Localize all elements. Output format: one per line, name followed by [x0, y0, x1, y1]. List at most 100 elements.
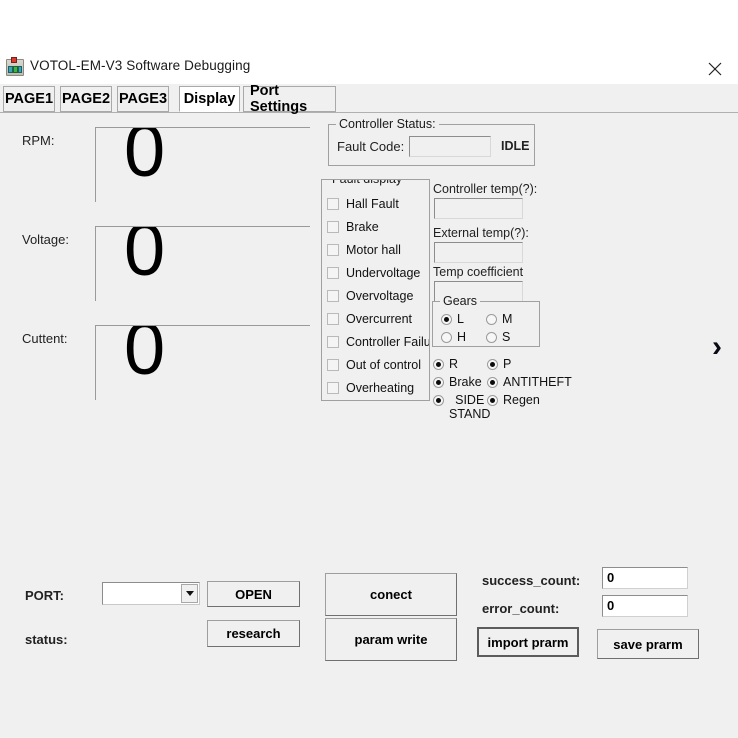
param-write-button[interactable]: param write: [325, 618, 457, 661]
checkbox-overheating[interactable]: Overheating: [327, 381, 414, 395]
error-count-label: error_count:: [482, 601, 560, 616]
chevron-down-icon[interactable]: [181, 584, 198, 603]
radio-label: SIDE STAND: [449, 393, 491, 421]
radio-state-brake[interactable]: Brake: [433, 375, 482, 389]
checkbox-box[interactable]: [327, 244, 339, 256]
checkbox-box[interactable]: [327, 198, 339, 210]
checkbox-controller-failure[interactable]: Controller Failure: [327, 335, 430, 349]
title-bar: VOTOL-EM-V3 Software Debugging: [0, 52, 738, 84]
controller-status-group: Controller Status: Fault Code: IDLE: [328, 117, 535, 166]
close-glyph: [708, 62, 722, 76]
radio-gear-m[interactable]: M: [486, 312, 512, 326]
rpm-value: 0: [124, 127, 166, 192]
radio-dot[interactable]: [441, 332, 452, 343]
tab-port-settings[interactable]: Port Settings: [243, 83, 336, 115]
tab-page3[interactable]: PAGE3: [117, 86, 169, 112]
checkbox-undervoltage[interactable]: Undervoltage: [327, 266, 420, 280]
error-count-value[interactable]: 0: [602, 595, 688, 617]
checkbox-box[interactable]: [327, 313, 339, 325]
checkbox-box[interactable]: [327, 267, 339, 279]
fault-display-group: Fault display Hall Fault Brake Motor hal…: [321, 179, 430, 401]
checkbox-out-of-control[interactable]: Out of control: [327, 358, 421, 372]
radio-dot[interactable]: [487, 377, 498, 388]
success-count-label: success_count:: [482, 573, 581, 588]
radio-state-regen[interactable]: Regen: [487, 393, 540, 407]
fault-display-title: Fault display: [329, 180, 406, 186]
checkbox-box[interactable]: [327, 359, 339, 371]
radio-state-side-stand[interactable]: SIDE STAND: [433, 393, 490, 421]
radio-dot[interactable]: [433, 377, 444, 388]
radio-label: Brake: [449, 375, 482, 389]
checkbox-overvoltage[interactable]: Overvoltage: [327, 289, 413, 303]
display-tab-panel: RPM: 0 Voltage: 0 Cuttent: 0 Controller …: [0, 114, 738, 738]
radio-gear-h[interactable]: H: [441, 330, 466, 344]
checkbox-hall-fault[interactable]: Hall Fault: [327, 197, 399, 211]
checkbox-label: Hall Fault: [346, 197, 399, 211]
research-button[interactable]: research: [207, 620, 300, 647]
radio-dot[interactable]: [487, 359, 498, 370]
radio-dot[interactable]: [486, 332, 497, 343]
controller-temp-label: Controller temp(?):: [433, 182, 538, 196]
radio-dot[interactable]: [487, 395, 498, 406]
open-button[interactable]: OPEN: [207, 581, 300, 607]
checkbox-box[interactable]: [327, 336, 339, 348]
tab-strip: PAGE1 PAGE2 PAGE3 Display Port Settings: [0, 83, 738, 115]
window-title: VOTOL-EM-V3 Software Debugging: [30, 58, 251, 73]
radio-dot[interactable]: [433, 359, 444, 370]
checkbox-box[interactable]: [327, 290, 339, 302]
save-param-button[interactable]: save prarm: [597, 629, 699, 659]
success-count-value[interactable]: 0: [602, 567, 688, 589]
current-value: 0: [124, 325, 166, 390]
rpm-label: RPM:: [22, 133, 55, 148]
controller-state-text: IDLE: [501, 139, 530, 153]
tab-display[interactable]: Display: [179, 86, 240, 112]
external-temp-input[interactable]: [434, 242, 523, 263]
radio-gear-l[interactable]: L: [441, 312, 464, 326]
controller-status-title: Controller Status:: [336, 117, 439, 131]
radio-label: M: [502, 312, 513, 326]
radio-label: ANTITHEFT: [503, 375, 572, 389]
port-select[interactable]: [102, 582, 200, 605]
radio-label: R: [449, 357, 459, 371]
port-label: PORT:: [25, 588, 64, 603]
voltage-value-box: 0: [95, 226, 310, 301]
app-logo-icon: [6, 57, 24, 76]
tab-page1[interactable]: PAGE1: [3, 86, 55, 112]
radio-label: L: [457, 312, 464, 326]
status-label: status:: [25, 632, 68, 647]
external-temp-label: External temp(?):: [433, 226, 529, 240]
checkbox-label: Controller Failure: [346, 335, 430, 349]
radio-dot[interactable]: [486, 314, 497, 325]
checkbox-brake[interactable]: Brake: [327, 220, 379, 234]
checkbox-label: Out of control: [346, 358, 422, 372]
import-param-button[interactable]: import prarm: [477, 627, 579, 657]
controller-temp-input[interactable]: [434, 198, 523, 219]
checkbox-label: Overcurrent: [346, 312, 412, 326]
gears-title: Gears: [440, 294, 481, 308]
tab-page2[interactable]: PAGE2: [60, 86, 112, 112]
close-icon[interactable]: [693, 52, 738, 82]
checkbox-label: Overheating: [346, 381, 415, 395]
checkbox-box[interactable]: [327, 221, 339, 233]
checkbox-overcurrent[interactable]: Overcurrent: [327, 312, 412, 326]
checkbox-motor-hall[interactable]: Motor hall: [327, 243, 401, 257]
radio-dot[interactable]: [433, 395, 444, 406]
fault-code-input[interactable]: [409, 136, 491, 157]
radio-label: H: [457, 330, 467, 344]
radio-label: S: [502, 330, 511, 344]
radio-label: P: [503, 357, 512, 371]
checkbox-label: Brake: [346, 220, 379, 234]
radio-dot[interactable]: [441, 314, 452, 325]
checkbox-label: Undervoltage: [346, 266, 421, 280]
radio-state-p[interactable]: P: [487, 357, 511, 371]
application-window: VOTOL-EM-V3 Software Debugging PAGE1 PAG…: [0, 0, 738, 738]
radio-state-r[interactable]: R: [433, 357, 458, 371]
radio-gear-s[interactable]: S: [486, 330, 510, 344]
checkbox-box[interactable]: [327, 382, 339, 394]
checkbox-label: Overvoltage: [346, 289, 414, 303]
connect-button[interactable]: conect: [325, 573, 457, 616]
current-label: Cuttent:: [22, 331, 68, 346]
current-value-box: 0: [95, 325, 310, 400]
radio-state-antitheft[interactable]: ANTITHEFT: [487, 375, 572, 389]
next-page-chevron-icon[interactable]: ›: [712, 332, 722, 362]
